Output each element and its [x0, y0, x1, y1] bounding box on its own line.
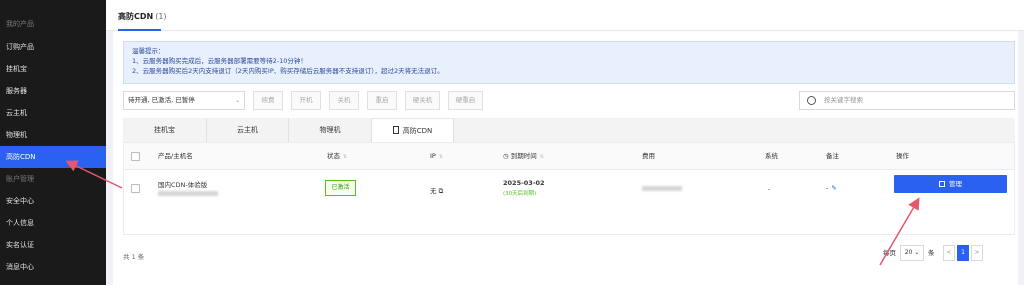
product-tabs: 挂机宝 云主机 物理机 高防CDN: [123, 118, 1015, 142]
col-expiry-label: 到期时间: [510, 152, 537, 160]
toolbar: 待开通, 已激活, 已暂停 ⌄ 续费 开机 关机 重启 硬关机 硬重启 按关键字…: [123, 91, 1015, 111]
copy-icon[interactable]: ⧉: [439, 187, 444, 195]
col-product: 产品/主机名: [158, 152, 193, 160]
page-title: 高防CDN (1): [118, 11, 167, 22]
sidebar-item-order-products[interactable]: 订购产品: [0, 36, 106, 58]
col-status-label: 状态: [327, 152, 340, 160]
tab-cdn-label: 高防CDN: [402, 127, 433, 135]
notice-line-2: 2、云服务器购买后2天内支持退订（2天内购买IP、购买存储后云服务器不支持退订）…: [132, 67, 444, 75]
sidebar-item-physical[interactable]: 物理机: [0, 124, 106, 146]
page-title-text: 高防CDN: [118, 12, 154, 21]
per-page-select[interactable]: 20 ⌄: [900, 245, 924, 261]
chevron-down-icon: ⌄: [914, 249, 920, 256]
document-icon: [392, 126, 399, 134]
ip-value-text: 无: [430, 187, 437, 195]
hard-restart-button[interactable]: 硬重启: [448, 91, 483, 110]
remark-value-text: -: [826, 184, 829, 192]
search-placeholder: 按关键字搜索: [824, 96, 863, 104]
tab-cdn[interactable]: 高防CDN: [372, 118, 454, 142]
fee-redacted: [642, 186, 682, 191]
sidebar: 我的产品 订购产品 挂机宝 服务器 云主机 物理机 高防CDN 账户管理 安全中…: [0, 0, 106, 285]
row-checkbox[interactable]: [131, 184, 140, 193]
system-value: -: [768, 185, 771, 193]
col-ip[interactable]: IP ⇅: [430, 143, 443, 170]
ip-value: 无 ⧉: [430, 185, 443, 196]
manage-button[interactable]: 管理: [894, 175, 1007, 193]
main: 高防CDN (1) 温馨提示： 1、云服务器购买完成后，云服务器部署需要等待2-1…: [106, 0, 1024, 285]
tab-physical[interactable]: 物理机: [289, 118, 372, 142]
renew-button[interactable]: 续费: [253, 91, 283, 110]
edit-icon[interactable]: ✎: [831, 184, 836, 192]
content-panel: 温馨提示： 1、云服务器购买完成后，云服务器部署需要等待2-10分钟！ 2、云服…: [113, 31, 1018, 285]
chevron-down-icon: ⌄: [234, 97, 240, 104]
hard-power-off-button[interactable]: 硬关机: [405, 91, 440, 110]
notice-line-1: 1、云服务器购买完成后，云服务器部署需要等待2-10分钟！: [132, 57, 307, 65]
expiry-date: 2025-03-02: [503, 179, 545, 187]
search-input[interactable]: 按关键字搜索: [799, 91, 1015, 110]
clock-icon: ◷: [503, 152, 511, 160]
product-table: 产品/主机名 状态 ⇅ IP ⇅ ◷ 到期时间 ⇅ 费用 系统 备注 操作 国内CDN…: [123, 142, 1015, 235]
manage-icon: [939, 181, 945, 187]
select-all-checkbox[interactable]: [131, 152, 140, 161]
status-filter-value: 待开通, 已激活, 已暂停: [128, 96, 195, 104]
col-system: 系统: [765, 152, 778, 160]
restart-button[interactable]: 重启: [367, 91, 397, 110]
tab-hosting[interactable]: 挂机宝: [123, 118, 207, 142]
notice-title: 温馨提示：: [132, 47, 165, 55]
page-count: (1): [155, 12, 167, 21]
sidebar-group-my-products: 我的产品: [6, 20, 34, 28]
status-badge: 已激活: [325, 180, 356, 196]
sidebar-item-verification[interactable]: 实名认证: [0, 234, 106, 256]
col-action: 操作: [896, 152, 909, 160]
next-page-button[interactable]: >: [971, 245, 983, 261]
col-ip-label: IP: [430, 152, 436, 160]
sidebar-item-security[interactable]: 安全中心: [0, 190, 106, 212]
prev-page-button[interactable]: <: [943, 245, 955, 261]
sidebar-item-messages[interactable]: 消息中心: [0, 256, 106, 278]
table-header: 产品/主机名 状态 ⇅ IP ⇅ ◷ 到期时间 ⇅ 费用 系统 备注 操作: [124, 143, 1014, 170]
total-count: 共 1 条: [123, 253, 145, 261]
product-name[interactable]: 国内CDN-体验版: [158, 179, 207, 189]
col-fee: 费用: [642, 152, 655, 160]
power-on-button[interactable]: 开机: [291, 91, 321, 110]
sort-icon: ⇅: [343, 154, 348, 160]
sidebar-item-cloud-host[interactable]: 云主机: [0, 102, 106, 124]
per-page-label: 每页: [883, 249, 896, 257]
page-1-button[interactable]: 1: [957, 245, 969, 261]
tab-cloud-host[interactable]: 云主机: [207, 118, 289, 142]
search-icon: [807, 96, 816, 105]
notice-box: 温馨提示： 1、云服务器购买完成后，云服务器部署需要等待2-10分钟！ 2、云服…: [123, 41, 1015, 84]
per-page-unit: 条: [928, 249, 935, 257]
hostname-redacted: [158, 191, 218, 196]
manage-button-label: 管理: [949, 180, 962, 188]
top-bar: 高防CDN (1): [106, 0, 1024, 31]
sidebar-group-account: 账户管理: [6, 175, 34, 183]
power-off-button[interactable]: 关机: [329, 91, 359, 110]
sidebar-item-cdn[interactable]: 高防CDN: [0, 146, 106, 168]
per-page-value: 20: [904, 249, 913, 256]
sidebar-item-servers[interactable]: 服务器: [0, 80, 106, 102]
col-expiry[interactable]: ◷ 到期时间 ⇅: [503, 143, 544, 170]
col-remark: 备注: [826, 152, 839, 160]
sort-icon: ⇅: [539, 154, 544, 160]
remark-value: - ✎: [826, 184, 837, 192]
expiry-note: (30天后到期): [503, 191, 537, 197]
sort-icon: ⇅: [438, 154, 444, 160]
status-filter-select[interactable]: 待开通, 已激活, 已暂停 ⌄: [123, 91, 245, 110]
sidebar-item-profile[interactable]: 个人信息: [0, 212, 106, 234]
sidebar-item-hosting[interactable]: 挂机宝: [0, 58, 106, 80]
col-status[interactable]: 状态 ⇅: [327, 143, 347, 170]
table-row: 国内CDN-体验版 已激活 无 ⧉ 2025-03-02 (30天后到期) - …: [124, 170, 1014, 205]
